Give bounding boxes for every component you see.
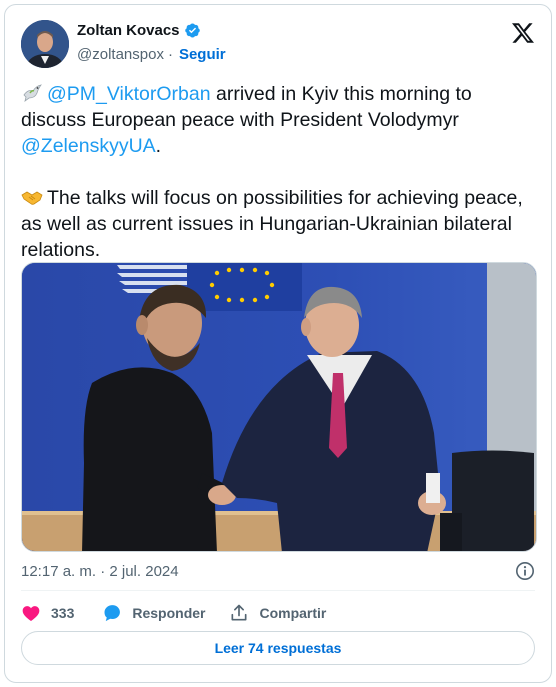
follow-button[interactable]: Seguir xyxy=(179,46,226,63)
tweet-text-2: The talks will focus on possibilities fo… xyxy=(21,187,523,261)
reply-button[interactable]: Responder xyxy=(102,603,205,623)
tweet-photo[interactable] xyxy=(21,262,537,552)
action-bar: 333 Responder Compartir xyxy=(21,601,326,625)
divider xyxy=(21,590,535,591)
like-button[interactable]: 333 xyxy=(21,603,102,623)
share-label: Compartir xyxy=(259,605,327,621)
tweet-timestamp[interactable]: 12:17 a. m. · 2 jul. 2024 xyxy=(21,563,179,580)
mention-zelenskyyua[interactable]: @ZelenskyyUA xyxy=(21,135,156,157)
author-name-row: Zoltan Kovacs xyxy=(77,22,201,39)
author-handle-row: @zoltanspox · Seguir xyxy=(77,46,226,63)
avatar[interactable] xyxy=(21,20,69,68)
reply-label: Responder xyxy=(132,605,206,621)
handle-separator: · xyxy=(167,46,173,63)
author-name[interactable]: Zoltan Kovacs xyxy=(77,22,180,39)
like-count: 333 xyxy=(51,605,75,621)
tweet-paragraph-2: The talks will focus on possibilities fo… xyxy=(21,185,537,263)
read-replies-button[interactable]: Leer 74 respuestas xyxy=(21,631,535,665)
handshake-icon xyxy=(21,187,43,207)
mention-pm-viktororban[interactable]: @PM_ViktorOrban xyxy=(47,83,211,105)
share-icon xyxy=(231,604,247,621)
verified-badge-icon xyxy=(184,22,201,39)
dove-icon xyxy=(21,83,43,103)
heart-icon xyxy=(22,606,40,621)
share-button[interactable]: Compartir xyxy=(229,603,326,623)
x-logo-icon[interactable] xyxy=(511,21,535,45)
tweet-paragraph-1: @PM_ViktorOrban arrived in Kyiv this mor… xyxy=(21,81,537,159)
reply-bubble-icon xyxy=(104,605,121,622)
tweet-text: @PM_ViktorOrban arrived in Kyiv this mor… xyxy=(21,81,537,263)
info-icon[interactable] xyxy=(515,561,535,581)
author-handle[interactable]: @zoltanspox xyxy=(77,46,164,63)
tweet-card: Zoltan Kovacs @zoltanspox · Seguir @PM_V… xyxy=(4,4,552,683)
tweet-text-1-end: . xyxy=(155,135,162,157)
